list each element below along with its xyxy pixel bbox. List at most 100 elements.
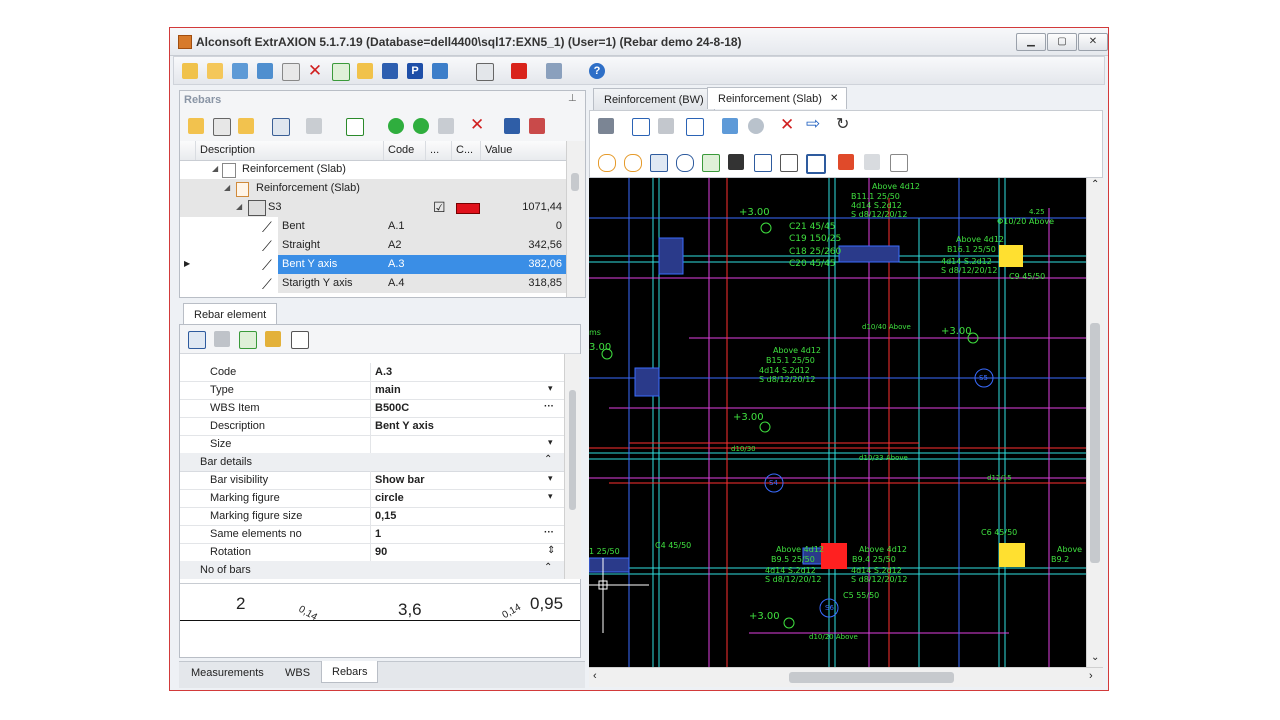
prop-rotation[interactable]: Rotation 90 ⇕: [180, 543, 564, 562]
minimize-button[interactable]: ▁: [1016, 33, 1046, 51]
tab-reinforcement-bw[interactable]: Reinforcement (BW): [593, 88, 715, 110]
grid-menu-icon[interactable]: [686, 118, 704, 136]
copy-icon[interactable]: [632, 118, 650, 136]
tab-reinforcement-slab[interactable]: Reinforcement (Slab) ✕: [707, 87, 847, 109]
sync-icon[interactable]: [239, 331, 257, 349]
prop-type[interactable]: Type main ▾: [180, 381, 564, 400]
tab-wbs[interactable]: WBS: [275, 662, 320, 684]
redo-icon[interactable]: ↻: [836, 114, 849, 134]
folder-icon[interactable]: [355, 61, 375, 80]
tree-row[interactable]: ⟋ Starigth Y axis A.4 318,85: [180, 274, 566, 293]
dropdown-arrow-icon[interactable]: ▾: [548, 383, 553, 394]
window-icon[interactable]: [474, 61, 494, 81]
close-tab-icon[interactable]: ✕: [830, 88, 838, 110]
category-no-of-bars[interactable]: No of bars ⌃: [180, 561, 564, 579]
measure-icon[interactable]: [754, 154, 772, 172]
zoom-extents-icon[interactable]: [650, 154, 668, 172]
tree-row[interactable]: ◢ S3 ☑ 1071,44: [180, 198, 566, 217]
tree-row-selected[interactable]: ▶ ⟋ Bent Y axis A.3 382,06: [180, 255, 566, 274]
drawing-horizontal-scrollbar[interactable]: ‹ ›: [589, 667, 1103, 687]
ellipsis-button[interactable]: ···: [544, 401, 554, 412]
tools-icon[interactable]: [265, 331, 281, 347]
category-bar-details[interactable]: Bar details ⌃: [180, 453, 564, 472]
ruler-icon[interactable]: [658, 118, 674, 134]
help-icon[interactable]: ?: [587, 61, 617, 80]
popout-icon[interactable]: [291, 331, 309, 349]
link-icon[interactable]: [838, 154, 854, 170]
handle-icon[interactable]: [864, 154, 880, 170]
move-up-icon[interactable]: [388, 118, 404, 134]
color-menu-icon[interactable]: [509, 61, 539, 80]
dimension-icon[interactable]: [188, 331, 206, 349]
display-menu-icon[interactable]: [430, 61, 460, 80]
edit-icon[interactable]: [213, 118, 231, 136]
pin-icon[interactable]: ⊥: [568, 93, 577, 104]
frame-icon[interactable]: [272, 118, 290, 136]
print-icon[interactable]: [598, 118, 614, 134]
maximize-button[interactable]: ▢: [1047, 33, 1077, 51]
export-icon[interactable]: [255, 61, 275, 80]
prop-description[interactable]: Description Bent Y axis: [180, 417, 564, 436]
cad-drawing[interactable]: +3.00 C21 45/45 C19 150/25 C18 25/260 C2…: [589, 178, 1086, 667]
import-icon[interactable]: [230, 61, 250, 80]
open-icon[interactable]: [188, 118, 204, 134]
tree-row[interactable]: ◢ Reinforcement (Slab): [180, 179, 566, 198]
col-extra[interactable]: ...: [426, 141, 452, 160]
spin-button[interactable]: ⇕: [547, 545, 555, 556]
zoom-in-icon[interactable]: [598, 154, 616, 172]
tree-row[interactable]: ◢ Reinforcement (Slab): [180, 160, 566, 179]
dropdown-arrow-icon[interactable]: ▾: [548, 473, 553, 484]
frame-select-icon[interactable]: [806, 154, 826, 174]
collapse-icon[interactable]: ⌃: [544, 562, 552, 573]
prop-same-elements-no[interactable]: Same elements no 1 ···: [180, 525, 564, 544]
delete-icon[interactable]: ✕: [780, 115, 794, 135]
col-code[interactable]: Code: [384, 141, 426, 160]
close-button[interactable]: ✕: [1078, 33, 1108, 51]
grid-scrollbar[interactable]: [566, 141, 585, 297]
tools-menu-icon[interactable]: [306, 118, 322, 134]
table-icon[interactable]: [438, 118, 454, 134]
new-project-icon[interactable]: [180, 61, 200, 80]
parameter-icon[interactable]: [214, 331, 230, 347]
collapse-icon[interactable]: ◢: [212, 164, 218, 173]
prop-marking-figure-size[interactable]: Marking figure size 0,15: [180, 507, 564, 526]
bw-mode-icon[interactable]: [728, 154, 744, 170]
delete-icon[interactable]: ✕: [305, 61, 325, 80]
properties-icon[interactable]: P: [405, 61, 425, 80]
collapse-icon[interactable]: ◢: [224, 183, 230, 192]
edit-icon[interactable]: [280, 61, 300, 81]
zoom-window-icon[interactable]: [676, 154, 694, 172]
col-description[interactable]: Description: [196, 141, 384, 160]
clear-icon[interactable]: [529, 118, 545, 134]
property-scrollbar[interactable]: [564, 354, 581, 579]
arrow-right-icon[interactable]: ⇨: [806, 114, 820, 134]
erase-icon[interactable]: [890, 154, 908, 172]
prop-code[interactable]: Code A.3: [180, 363, 564, 382]
tab-rebars[interactable]: Rebars: [321, 661, 379, 683]
zoom-out-icon[interactable]: [624, 154, 642, 172]
refresh-icon[interactable]: [330, 61, 350, 81]
dropdown-arrow-icon[interactable]: ▾: [548, 437, 553, 448]
tab-measurements[interactable]: Measurements: [181, 662, 274, 684]
dropdown-arrow-icon[interactable]: ▾: [548, 491, 553, 502]
print-icon[interactable]: [504, 118, 520, 134]
drawing-vertical-scrollbar[interactable]: ⌃ ⌄: [1086, 178, 1104, 667]
pages-icon[interactable]: [780, 154, 798, 172]
prop-wbs-item[interactable]: WBS Item B500C ···: [180, 399, 564, 418]
tree-row[interactable]: ⟋ Straight A2 342,56: [180, 236, 566, 255]
layers-icon[interactable]: [722, 118, 738, 134]
folder-up-icon[interactable]: [238, 118, 254, 134]
color-swatch[interactable]: [456, 203, 480, 214]
prop-size[interactable]: Size ▾: [180, 435, 564, 454]
collapse-icon[interactable]: ⌃: [544, 454, 552, 465]
move-down-icon[interactable]: [413, 118, 429, 134]
col-value[interactable]: Value: [481, 141, 566, 160]
delete-rebar-icon[interactable]: ✕: [470, 115, 484, 135]
open-folder-icon[interactable]: [205, 61, 225, 80]
prop-marking-figure[interactable]: Marking figure circle ▾: [180, 489, 564, 508]
tree-row[interactable]: ⟋ Bent A.1 0: [180, 217, 566, 236]
collapse-icon[interactable]: ◢: [236, 202, 242, 211]
network-icon[interactable]: [380, 61, 400, 80]
prop-bar-visibility[interactable]: Bar visibility Show bar ▾: [180, 471, 564, 490]
col-color[interactable]: C...: [452, 141, 481, 160]
